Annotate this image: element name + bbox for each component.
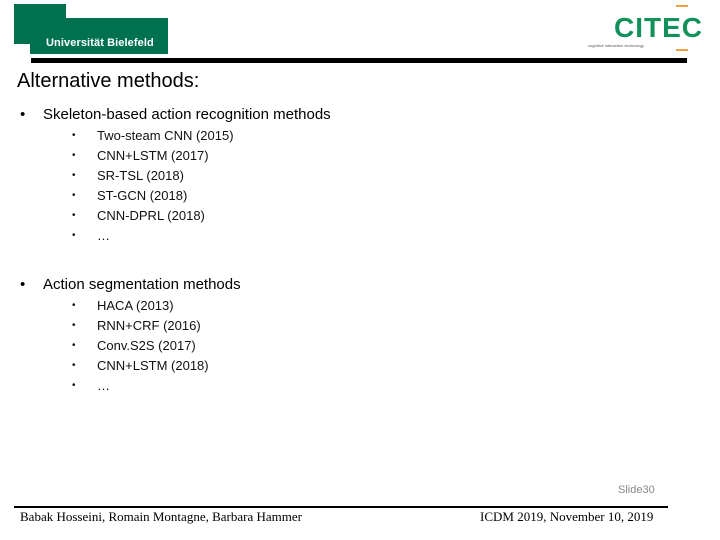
bullet: • [20, 276, 26, 293]
footer-authors: Babak Hosseini, Romain Montagne, Barbara… [20, 509, 302, 524]
slide-number: Slide30 [618, 484, 655, 496]
item-text: HACA (2013) [97, 298, 174, 313]
bullet: • [72, 340, 76, 351]
slide: Universität Bielefeld CITEC cognitive in… [0, 0, 720, 540]
item-text: Conv.S2S (2017) [97, 338, 196, 353]
item-text: … [97, 378, 110, 393]
item-text: CNN+LSTM (2017) [97, 148, 209, 163]
section-label: Skeleton-based action recognition method… [43, 106, 331, 123]
bullet: • [20, 106, 26, 123]
bullet: • [72, 150, 76, 161]
citec-tagline: cognitive interaction technology [588, 43, 644, 48]
bullet: • [72, 190, 76, 201]
bullet: • [72, 210, 76, 221]
citec-logo: CITEC [614, 12, 703, 43]
bullet: • [72, 300, 76, 311]
item-text: CNN+LSTM (2018) [97, 358, 209, 373]
bullet: • [72, 170, 76, 181]
item-text: ST-GCN (2018) [97, 188, 188, 203]
citec-logo-bar [676, 5, 688, 7]
item-text: CNN-DPRL (2018) [97, 208, 205, 223]
bullet: • [72, 230, 76, 241]
footer-venue: ICDM 2019, November 10, 2019 [480, 509, 654, 524]
citec-logo-bar [676, 49, 688, 51]
university-logo-text: Universität Bielefeld [46, 37, 154, 49]
footer-divider [14, 506, 668, 508]
item-text: SR-TSL (2018) [97, 168, 184, 183]
item-text: RNN+CRF (2016) [97, 318, 201, 333]
slide-title: Alternative methods: [17, 70, 200, 92]
item-text: Two-steam CNN (2015) [97, 128, 234, 143]
bullet: • [72, 380, 76, 391]
section-label: Action segmentation methods [43, 276, 241, 293]
bullet: • [72, 320, 76, 331]
bullet: • [72, 130, 76, 141]
item-text: … [97, 228, 110, 243]
header-divider [31, 58, 687, 63]
bullet: • [72, 360, 76, 371]
